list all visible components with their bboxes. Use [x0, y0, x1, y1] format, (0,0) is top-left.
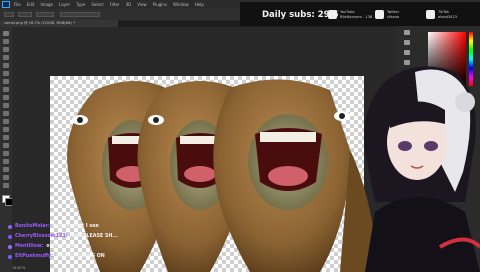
- chat-message: BenitoMolar: this is what I see: [8, 224, 99, 229]
- menu-help[interactable]: Help: [195, 2, 204, 7]
- path-select-tool-icon[interactable]: [3, 159, 9, 164]
- menu-window[interactable]: Window: [173, 2, 189, 7]
- social-handle: rilkano: [387, 14, 400, 19]
- history-brush-tool-icon[interactable]: [3, 103, 9, 108]
- color-panel-icon[interactable]: [404, 30, 410, 35]
- chat-username: EitPunkmuffy:: [15, 254, 54, 259]
- lasso-tool-icon[interactable]: [3, 47, 9, 52]
- chat-badge-icon: [8, 255, 12, 259]
- menu-image[interactable]: Image: [40, 2, 53, 7]
- chat-message: EitPunkmuffy: WTH IS GOING ON: [8, 254, 105, 259]
- chat-text: this is what I see: [52, 224, 99, 229]
- social-handle: RileNonnom - 138: [340, 14, 373, 19]
- swatches-panel-icon[interactable]: [404, 40, 410, 45]
- chat-message: CherryBlossom123: OMI PLEASE SH...: [8, 234, 118, 239]
- crop-tool-icon[interactable]: [3, 63, 9, 68]
- youtube-icon: [328, 10, 337, 19]
- menu-file[interactable]: File: [14, 2, 21, 7]
- social-twitter: Twitter rilkano: [375, 9, 399, 20]
- adjustments-panel-icon[interactable]: [404, 50, 410, 55]
- menu-plugins[interactable]: Plugins: [153, 2, 167, 7]
- chat-text: WTH IS GOING ON: [56, 254, 105, 259]
- gradient-tool-icon[interactable]: [3, 119, 9, 124]
- twitter-icon: [375, 10, 384, 19]
- chat-badge-icon: [8, 245, 12, 249]
- chat-username: BenitoMolar:: [15, 224, 50, 229]
- social-youtube: YouTube RileNonnom - 138: [328, 9, 372, 20]
- tiktok-icon: [426, 10, 435, 19]
- zoom-readout[interactable]: 16.67%: [12, 264, 72, 272]
- mode-select[interactable]: [36, 12, 54, 17]
- hand-tool-icon[interactable]: [3, 175, 9, 180]
- healing-tool-icon[interactable]: [3, 79, 9, 84]
- zoom-tool-icon[interactable]: [3, 183, 9, 188]
- opacity-field[interactable]: [60, 12, 100, 17]
- social-tiktok: TikTok alead3423: [426, 9, 457, 20]
- document-tab[interactable]: camel.png @ 16.7% (COVID, RGB/8#) *: [0, 20, 118, 27]
- eraser-tool-icon[interactable]: [3, 111, 9, 116]
- type-tool-icon[interactable]: [3, 151, 9, 156]
- chat-message: Mentillow: oh hoh hoh: [8, 244, 77, 249]
- dodge-tool-icon[interactable]: [3, 135, 9, 140]
- menu-edit[interactable]: Edit: [27, 2, 35, 7]
- quick-select-tool-icon[interactable]: [3, 55, 9, 60]
- stamp-tool-icon[interactable]: [3, 95, 9, 100]
- chat-badge-icon: [8, 225, 12, 229]
- menu-view[interactable]: View: [137, 2, 147, 7]
- menu-select[interactable]: Select: [91, 2, 103, 7]
- pen-tool-icon[interactable]: [3, 143, 9, 148]
- chat-text: oh hoh hoh: [46, 244, 77, 249]
- menu-filter[interactable]: Filter: [110, 2, 120, 7]
- chat-username: CherryBlossom123:: [15, 234, 68, 239]
- social-handle: alead3423: [438, 14, 458, 19]
- chat-text: OMI PLEASE SH...: [70, 234, 118, 239]
- move-tool-icon[interactable]: [3, 31, 9, 36]
- chat-username: Mentillow:: [15, 244, 44, 249]
- streamer-avatar-image: [364, 66, 480, 272]
- eyedropper-tool-icon[interactable]: [3, 71, 9, 76]
- brush-size-button[interactable]: [18, 12, 32, 17]
- menu-layer[interactable]: Layer: [59, 2, 70, 7]
- tool-preset-button[interactable]: [4, 12, 14, 17]
- shape-tool-icon[interactable]: [3, 167, 9, 172]
- menu-3d[interactable]: 3D: [126, 2, 132, 7]
- blur-tool-icon[interactable]: [3, 127, 9, 132]
- brush-tool-icon[interactable]: [3, 87, 9, 92]
- menu-type[interactable]: Type: [76, 2, 85, 7]
- chat-badge-icon: [8, 235, 12, 239]
- photoshop-logo-icon: [2, 1, 10, 8]
- marquee-tool-icon[interactable]: [3, 39, 9, 44]
